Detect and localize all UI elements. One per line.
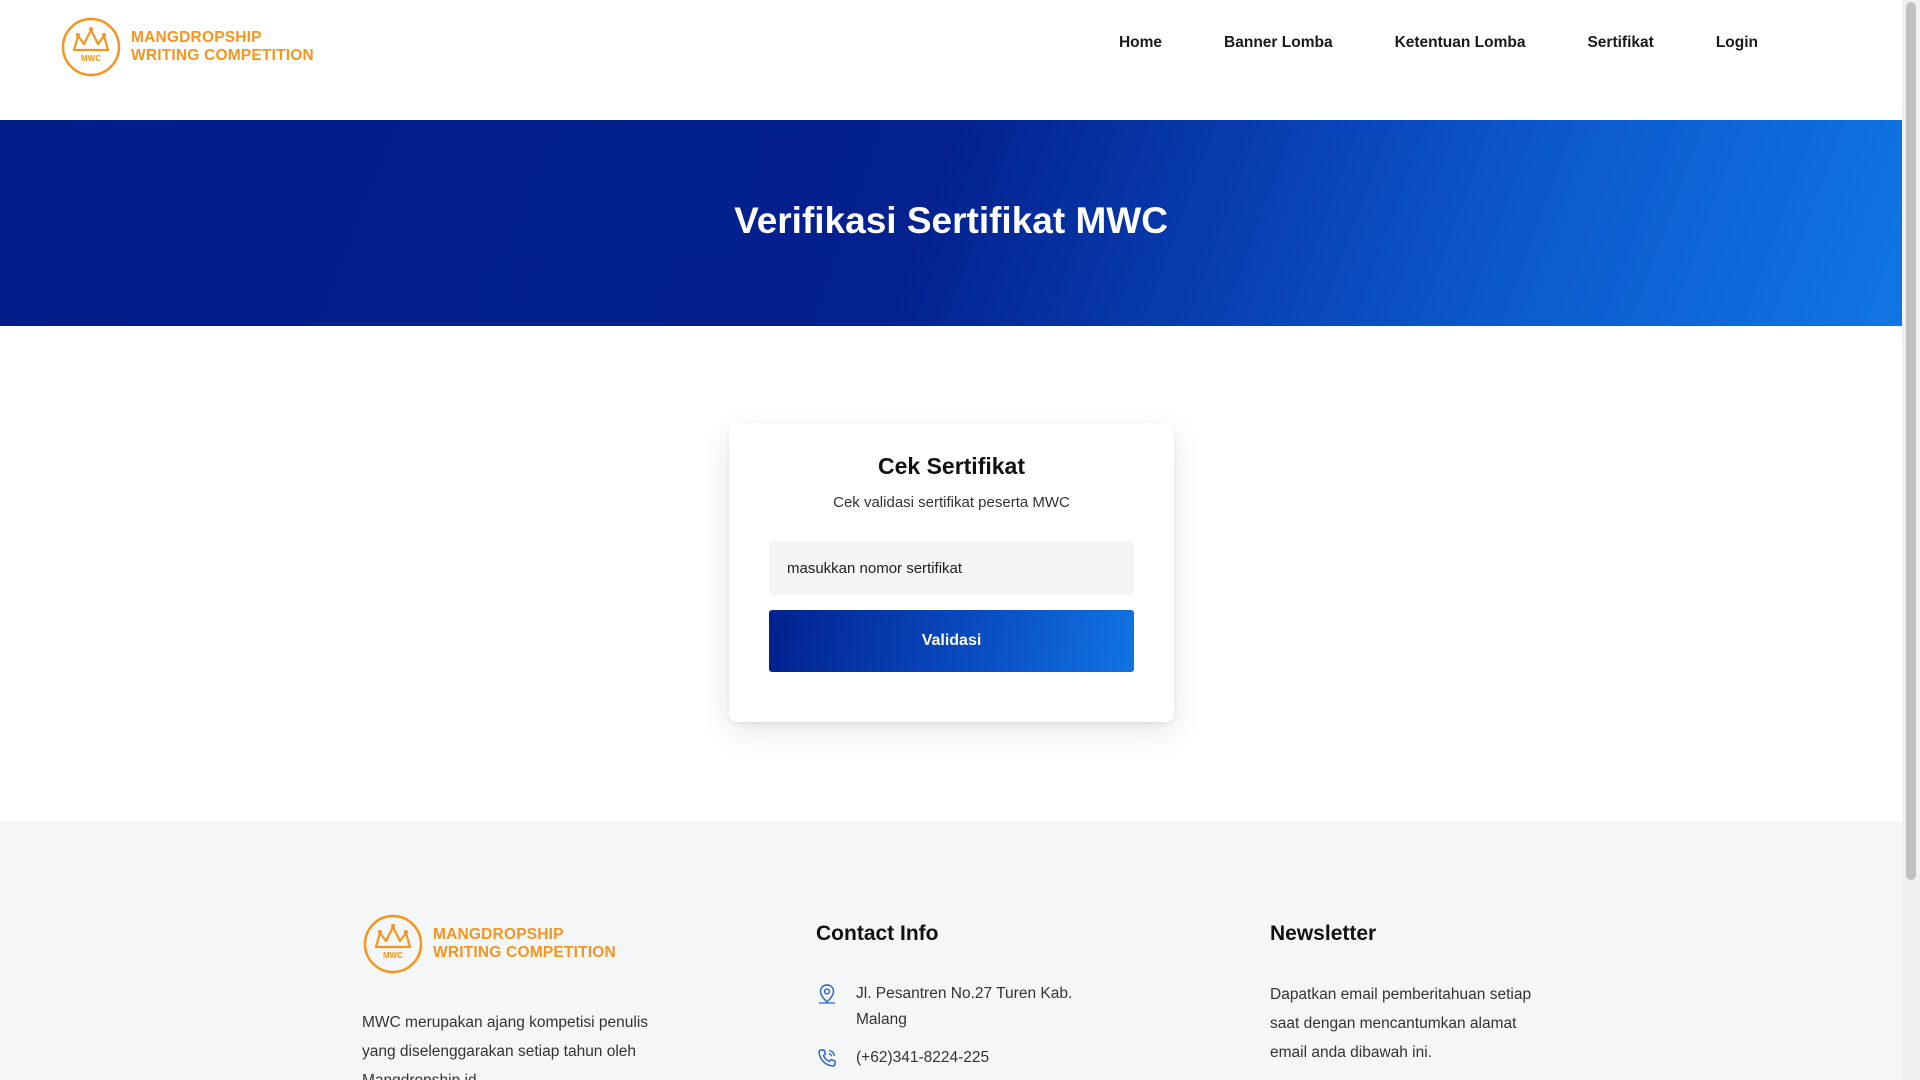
svg-text:MWC: MWC bbox=[383, 951, 403, 960]
site-logo[interactable]: MWC MANGDROPSHIP WRITING COMPETITION bbox=[60, 16, 314, 78]
crown-logo-icon: MWC bbox=[363, 914, 423, 974]
newsletter-text: Dapatkan email pemberitahuan setiap saat… bbox=[1270, 986, 1532, 1061]
site-footer: MWC MANGDROPSHIP WRITING COMPETITION MWC… bbox=[0, 822, 1902, 1080]
footer-about-text: MWC merupakan ajang kompetisi penulis ya… bbox=[362, 1014, 649, 1080]
svg-text:MWC: MWC bbox=[81, 54, 101, 63]
logo-line-2: WRITING COMPETITION bbox=[131, 47, 314, 64]
card-title: Cek Sertifikat bbox=[877, 453, 1025, 479]
page-scrollbar[interactable] bbox=[1902, 0, 1920, 1080]
logo-text: MANGDROPSHIP WRITING COMPETITION bbox=[131, 29, 314, 65]
certificate-check-card: Cek Sertifikat Cek validasi sertifikat p… bbox=[729, 423, 1174, 722]
card-subtitle: Cek validasi sertifikat peserta MWC bbox=[833, 494, 1070, 511]
page-title: Verifikasi Sertifikat MWC bbox=[734, 200, 1168, 241]
footer-logo-line-2: WRITING COMPETITION bbox=[433, 944, 616, 961]
phone-text: (+62)341-8224-225 bbox=[856, 1049, 990, 1066]
newsletter-heading: Newsletter bbox=[1270, 922, 1377, 945]
certificate-number-input[interactable] bbox=[769, 541, 1134, 595]
main-nav: Home Banner Lomba Ketentuan Lomba Sertif… bbox=[1057, 34, 1758, 52]
crown-logo-icon: MWC bbox=[61, 17, 121, 77]
contact-address: Jl. Pesantren No.27 Turen Kab. Malang bbox=[816, 981, 1086, 1033]
footer-logo-text: MANGDROPSHIP WRITING COMPETITION bbox=[433, 926, 616, 962]
scrollbar-thumb[interactable] bbox=[1906, 2, 1916, 880]
contact-phone: (+62)341-8224-225 bbox=[816, 1045, 1086, 1071]
footer-logo-line-1: MANGDROPSHIP bbox=[433, 926, 564, 943]
hero-banner: Verifikasi Sertifikat MWC bbox=[0, 120, 1902, 326]
phone-icon bbox=[818, 1049, 836, 1067]
nav-banner-lomba[interactable]: Banner Lomba bbox=[1224, 34, 1333, 52]
logo-line-1: MANGDROPSHIP bbox=[131, 29, 262, 46]
address-text: Jl. Pesantren No.27 Turen Kab. Malang bbox=[856, 985, 1073, 1028]
footer-logo[interactable]: MWC MANGDROPSHIP WRITING COMPETITION bbox=[362, 913, 616, 975]
contact-info-heading: Contact Info bbox=[816, 922, 939, 945]
validate-button[interactable]: Validasi bbox=[769, 610, 1134, 672]
nav-home[interactable]: Home bbox=[1119, 34, 1162, 52]
map-pin-icon bbox=[819, 984, 835, 1004]
site-header: MWC MANGDROPSHIP WRITING COMPETITION Hom… bbox=[0, 0, 1902, 120]
nav-login[interactable]: Login bbox=[1716, 34, 1758, 52]
nav-ketentuan-lomba[interactable]: Ketentuan Lomba bbox=[1395, 34, 1526, 52]
nav-sertifikat[interactable]: Sertifikat bbox=[1587, 34, 1653, 52]
